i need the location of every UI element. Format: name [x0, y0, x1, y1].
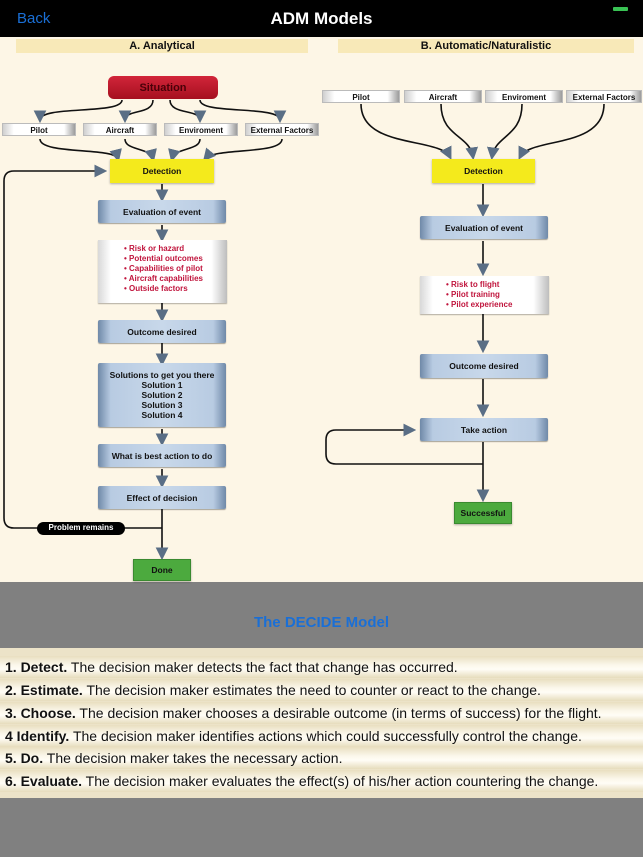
solution-item: Solution 2 — [141, 390, 183, 400]
situation-box: Situation — [108, 76, 218, 99]
step-label: 2. Estimate. — [5, 682, 83, 698]
consideration-item: Pilot experience — [446, 300, 549, 310]
detection-box: Detection — [110, 159, 214, 183]
battery-icon — [613, 7, 628, 11]
decide-step: 1. Detect. The decision maker detects th… — [0, 656, 643, 678]
consideration-item: Risk to flight — [446, 280, 549, 290]
evaluation-box: Evaluation of event — [420, 216, 548, 239]
factor-aircraft: Aircraft — [404, 90, 482, 103]
factor-environment: Enviroment — [164, 123, 238, 136]
step-text: The decision maker detects the fact that… — [67, 659, 458, 675]
consideration-item: Potential outcomes — [124, 254, 227, 264]
adm-diagram: A. Analytical B. Automatic/Naturalistic … — [0, 37, 643, 582]
page-title: ADM Models — [270, 9, 373, 28]
solution-item: Solution 3 — [141, 400, 183, 410]
analytical-heading: A. Analytical — [16, 39, 308, 53]
consideration-item: Capabilities of pilot — [124, 264, 227, 274]
decide-step: 2. Estimate. The decision maker estimate… — [0, 679, 643, 701]
done-box: Done — [133, 559, 191, 581]
factor-pilot: Pilot — [322, 90, 400, 103]
problem-remains-label: Problem remains — [37, 522, 125, 535]
solution-item: Solution 4 — [141, 410, 183, 420]
nav-bar: Back ADM Models — [0, 0, 643, 37]
solutions-heading: Solutions to get you there — [109, 370, 215, 380]
factor-external: External Factors — [566, 90, 642, 103]
factor-aircraft: Aircraft — [83, 123, 157, 136]
best-action-box: What is best action to do — [98, 444, 226, 467]
effect-box: Effect of decision — [98, 486, 226, 509]
successful-box: Successful — [454, 502, 512, 524]
decide-title: The DECIDE Model — [253, 614, 389, 631]
decide-step: 3. Choose. The decision maker chooses a … — [0, 702, 643, 724]
considerations-list: Risk or hazard Potential outcomes Capabi… — [98, 240, 227, 303]
decide-step: 6. Evaluate. The decision maker evaluate… — [0, 770, 643, 792]
evaluation-box: Evaluation of event — [98, 200, 226, 223]
step-label: 4 Identify. — [5, 728, 70, 744]
naturalistic-heading: B. Automatic/Naturalistic — [338, 39, 634, 53]
detection-box: Detection — [432, 159, 535, 183]
step-text: The decision maker estimates the need to… — [82, 682, 541, 698]
consideration-item: Aircraft capabilities — [124, 274, 227, 284]
step-text: The decision maker evaluates the effect(… — [82, 773, 599, 789]
step-text: The decision maker chooses a desirable o… — [75, 705, 602, 721]
considerations-list: Risk to flight Pilot training Pilot expe… — [420, 276, 549, 314]
decide-steps: 1. Detect. The decision maker detects th… — [0, 648, 643, 798]
factor-external: External Factors — [245, 123, 319, 136]
outcome-box: Outcome desired — [420, 354, 548, 378]
factor-environment: Enviroment — [485, 90, 563, 103]
step-text: The decision maker takes the necessary a… — [43, 750, 343, 766]
step-label: 6. Evaluate. — [5, 773, 83, 789]
step-label: 5. Do. — [5, 750, 44, 766]
outcome-box: Outcome desired — [98, 320, 226, 343]
solution-item: Solution 1 — [141, 380, 183, 390]
decide-step: 4 Identify. The decision maker identifie… — [0, 725, 643, 747]
consideration-item: Outside factors — [124, 284, 227, 294]
factor-pilot: Pilot — [2, 123, 76, 136]
consideration-item: Risk or hazard — [124, 244, 227, 254]
take-action-box: Take action — [420, 418, 548, 441]
step-label: 1. Detect. — [5, 659, 68, 675]
step-label: 3. Choose. — [5, 705, 76, 721]
decide-step: 5. Do. The decision maker takes the nece… — [0, 747, 643, 769]
step-text: The decision maker identifies actions wh… — [69, 728, 582, 744]
solutions-box: Solutions to get you there Solution 1 So… — [98, 363, 226, 427]
consideration-item: Pilot training — [446, 290, 549, 300]
